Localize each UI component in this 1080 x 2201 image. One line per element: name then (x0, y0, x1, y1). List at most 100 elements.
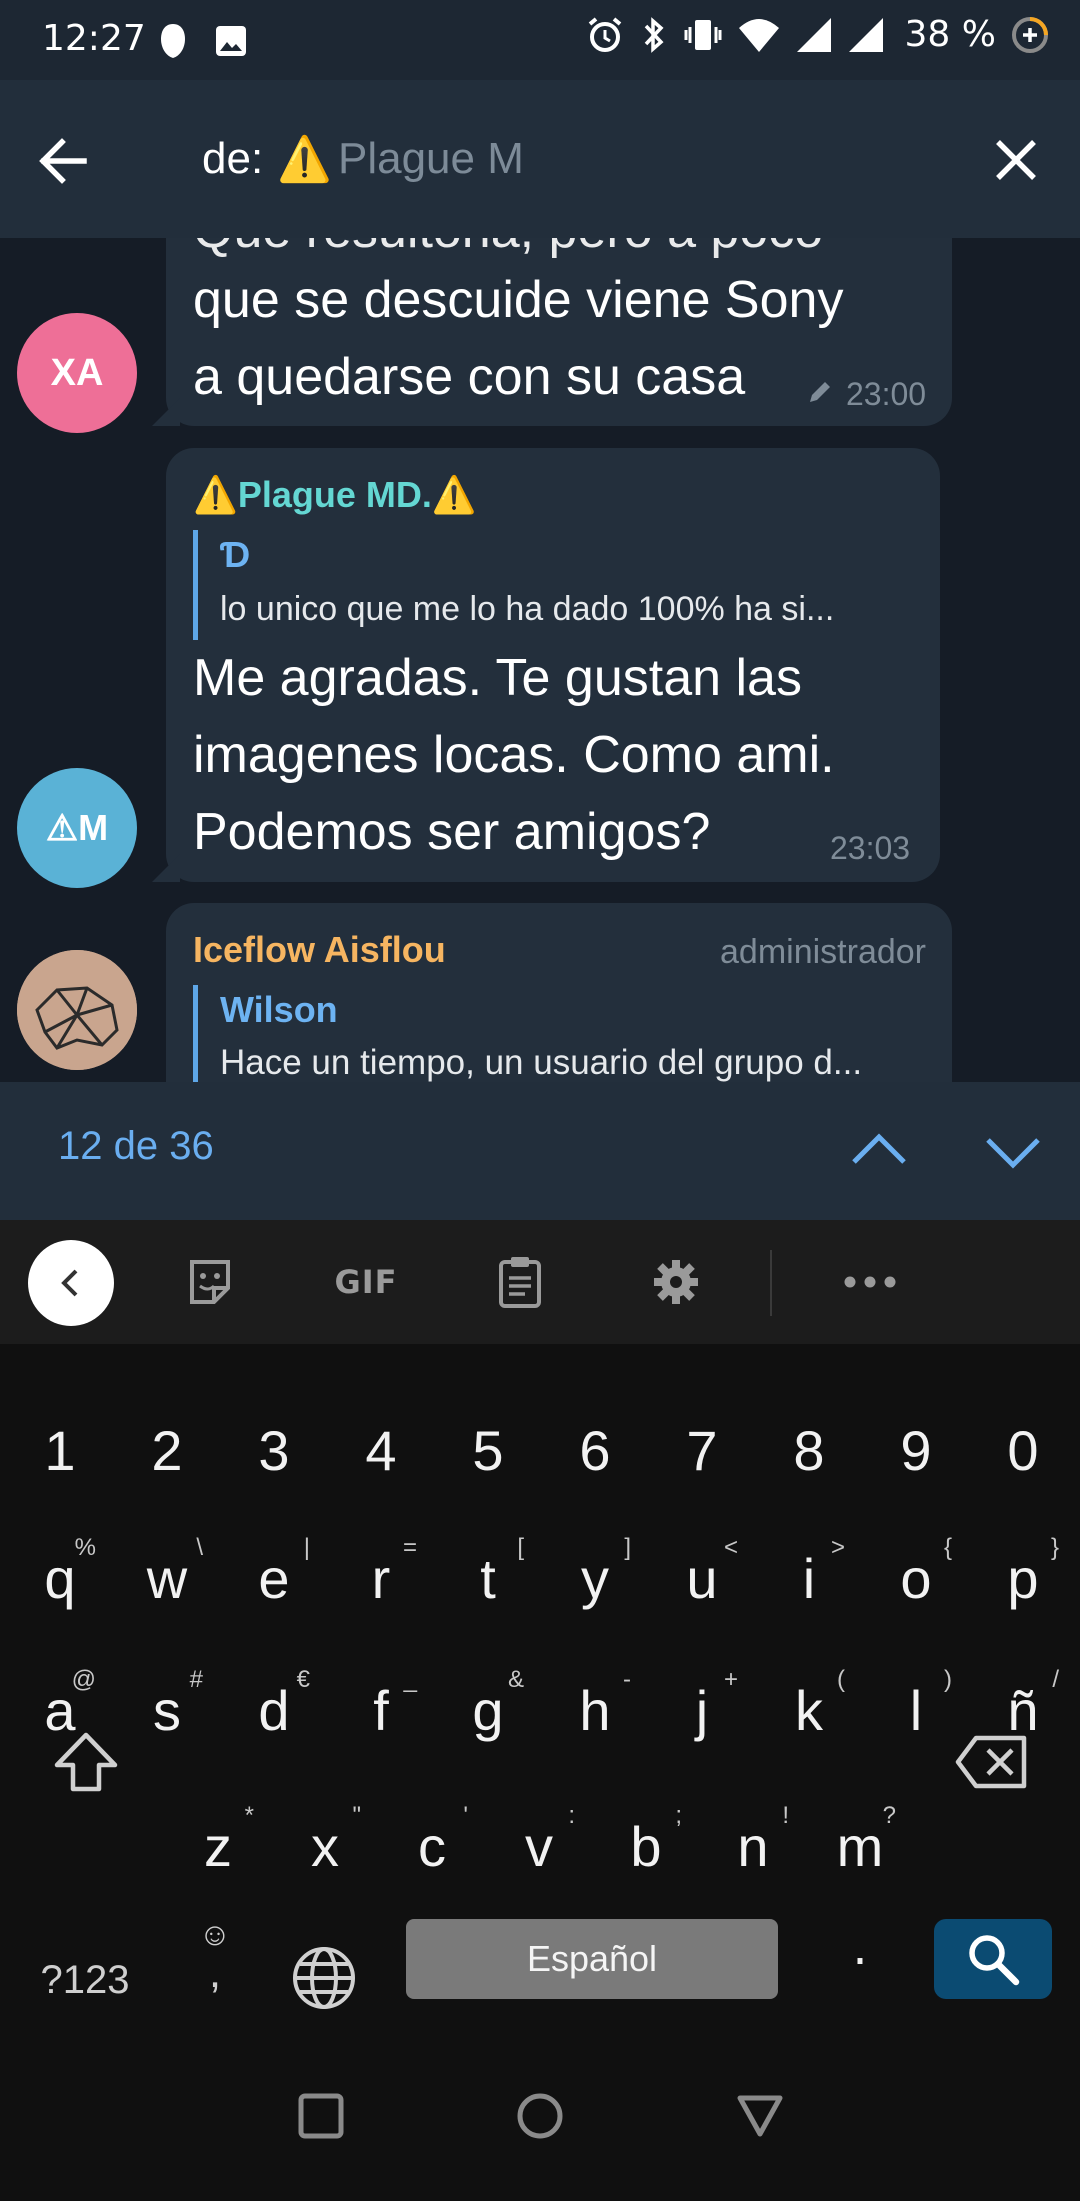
message-bubble[interactable]: Que resultona, pero a poco que se descui… (152, 238, 952, 426)
keyboard-settings-button[interactable] (646, 1252, 706, 1312)
globe-language-icon[interactable] (284, 1938, 364, 2018)
key-alt-label: \ (196, 1534, 203, 1561)
key[interactable]: x " (275, 1788, 375, 1908)
key[interactable]: 0 (973, 1390, 1073, 1510)
key[interactable]: 4 (331, 1390, 431, 1510)
more-options-button[interactable] (838, 1252, 902, 1312)
key-alt-label: @ (71, 1666, 96, 1693)
key[interactable]: g & (438, 1652, 538, 1772)
reply-preview[interactable]: Wilson Hace un tiempo, un usuario del gr… (193, 985, 921, 1082)
battery-percent: 38 % (904, 14, 996, 55)
key[interactable]: 2 (117, 1390, 217, 1510)
key[interactable]: k( (759, 1652, 859, 1772)
keyboard: GIF 1 2 3 4 5 6 7 8 9 0 q% w \ e | r = t[y] u < i > o{p} a @ s # d €… (0, 1220, 1080, 2034)
symbols-key[interactable]: ?123 (20, 1920, 150, 2040)
search-key[interactable] (934, 1919, 1052, 1999)
key[interactable]: 1 (10, 1390, 110, 1510)
home-circle-icon[interactable] (510, 2086, 570, 2146)
sender-name[interactable]: ⚠️Plague MD.⚠️ (193, 474, 477, 516)
reply-name: Ɗ (220, 534, 251, 575)
key-label: 2 (151, 1419, 183, 1482)
reply-text: Hace un tiempo, un usuario del grupo d..… (220, 1043, 863, 1082)
key[interactable]: b; (596, 1788, 696, 1908)
key[interactable]: 8 (759, 1390, 859, 1510)
key[interactable]: p} (973, 1520, 1073, 1640)
keyboard-collapse-button[interactable] (28, 1240, 114, 1326)
chat-messages[interactable]: XA Que resultona, pero a poco que se des… (0, 238, 1080, 1082)
search-icon (969, 1935, 1020, 1986)
shift-icon (54, 1732, 118, 1792)
key[interactable]: c ' (382, 1788, 482, 1908)
key-alt-label: : (568, 1802, 575, 1829)
search-input[interactable]: de: ⚠️ Plague M (202, 124, 524, 194)
key[interactable]: 3 (224, 1390, 324, 1510)
more-dots-icon (844, 1276, 896, 1288)
space-key[interactable]: Español (406, 1919, 778, 1999)
sticker-button[interactable] (180, 1252, 240, 1312)
key-alt-label: & (507, 1666, 524, 1693)
recents-square-icon[interactable] (291, 2086, 351, 2146)
emoji-glyph: ☺ (198, 1916, 232, 1952)
message-bubble[interactable]: Iceflow Aisflou administrador Wilson Hac… (166, 903, 952, 1082)
key[interactable]: i > (759, 1520, 859, 1640)
key[interactable]: v: (489, 1788, 589, 1908)
key[interactable]: f _ (331, 1652, 431, 1772)
search-results-bar: 12 de 36 (0, 1082, 1080, 1220)
key[interactable]: m? (810, 1788, 910, 1908)
sender-name[interactable]: Iceflow Aisflou (193, 929, 446, 971)
gif-label: GIF (334, 1263, 398, 1301)
back-arrow-icon[interactable] (28, 126, 98, 196)
key[interactable]: j + (652, 1652, 752, 1772)
back-triangle-icon[interactable] (730, 2086, 790, 2146)
backspace-key[interactable] (932, 1702, 1052, 1822)
status-bar: 12:27 38 % (0, 0, 1080, 80)
emoji-comma-key[interactable]: ☺ , (180, 1910, 250, 2030)
avatar-iceflow[interactable] (17, 950, 137, 1070)
key-label: 8 (793, 1419, 825, 1482)
key-alt-label: % (74, 1534, 96, 1561)
period-key[interactable]: . (830, 1920, 890, 2030)
key[interactable]: y] (545, 1520, 645, 1640)
key-alt-label: < (723, 1534, 738, 1561)
reply-preview[interactable]: Ɗ lo unico que me lo ha dado 100% ha si.… (193, 530, 913, 640)
key[interactable]: 9 (866, 1390, 966, 1510)
notification-app-icon (161, 24, 185, 58)
key[interactable]: e | (224, 1520, 324, 1640)
reply-name: Wilson (220, 989, 338, 1030)
previous-result-chevron-up-icon[interactable] (844, 1116, 914, 1186)
key[interactable]: u < (652, 1520, 752, 1640)
message-line: Podemos ser amigos? (193, 803, 711, 861)
key[interactable]: z * (168, 1788, 268, 1908)
message-bubble[interactable]: ⚠️Plague MD.⚠️ Ɗ lo unico que me lo ha d… (152, 448, 940, 882)
key[interactable]: 7 (652, 1390, 752, 1510)
key-alt-label: € (296, 1666, 310, 1693)
clipboard-button[interactable] (490, 1252, 550, 1312)
next-result-chevron-down-icon[interactable] (978, 1116, 1048, 1186)
key[interactable]: w \ (117, 1520, 217, 1640)
wifi-icon (738, 18, 779, 52)
status-time: 12:27 (42, 18, 146, 59)
key[interactable]: r = (331, 1520, 431, 1640)
message-time: 23:03 (830, 830, 911, 866)
key[interactable]: 6 (545, 1390, 645, 1510)
search-value: Plague M (337, 134, 524, 183)
keyboard-toolbar: GIF (0, 1220, 1080, 1344)
message-line: a quedarse con su casa (193, 348, 746, 406)
key[interactable]: d € (224, 1652, 324, 1772)
elephant-tattoo-image (17, 950, 137, 1070)
chevron-left-icon (61, 1269, 78, 1297)
battery-saver-icon (1012, 16, 1048, 53)
key[interactable]: n! (703, 1788, 803, 1908)
key-label: 6 (579, 1419, 611, 1482)
key[interactable]: q% (10, 1520, 110, 1640)
key[interactable]: 5 (438, 1390, 538, 1510)
avatar-xa[interactable]: XA (17, 313, 137, 433)
gif-button[interactable]: GIF (326, 1252, 406, 1312)
key[interactable]: h- (545, 1652, 645, 1772)
avatar-plague-md[interactable]: ⚠M (17, 768, 137, 888)
key[interactable]: t[ (438, 1520, 538, 1640)
shift-key[interactable] (26, 1702, 146, 1822)
close-icon[interactable] (984, 128, 1048, 192)
key[interactable]: o{ (866, 1520, 966, 1640)
result-count: 12 de 36 (58, 1124, 214, 1168)
